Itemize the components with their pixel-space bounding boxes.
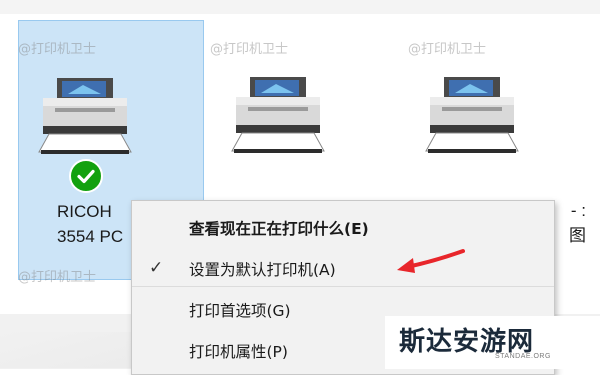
menu-item-label: 打印机属性(P)	[189, 343, 288, 361]
printer-icon	[231, 77, 325, 153]
menu-item-label: 打印首选项(G)	[189, 302, 291, 320]
checkmark-icon	[77, 169, 95, 184]
printer-icon	[38, 78, 132, 154]
printer-name-line1: RICOH	[57, 202, 112, 221]
red-arrow-annotation	[397, 249, 465, 273]
site-logo-domain: STANDAE.ORG	[495, 353, 551, 360]
menu-item-label: 设置为默认打印机(A)	[189, 261, 336, 279]
printer-icon	[425, 77, 519, 153]
check-icon: ✓	[149, 258, 164, 278]
partial-label-line2: 图	[569, 226, 586, 245]
partial-label-line1: - :	[570, 201, 586, 220]
menu-item-set-as-default[interactable]: ✓ 设置为默认打印机(A)	[132, 248, 554, 288]
menu-item-see-whats-printing[interactable]: 查看现在正在打印什么(E)	[132, 207, 554, 247]
menu-item-label: 查看现在正在打印什么(E)	[189, 220, 369, 238]
printer-name-line2: 3554 PC	[57, 227, 124, 246]
menu-separator	[132, 286, 554, 287]
default-printer-badge	[69, 159, 103, 193]
site-logo: 斯达安游网 STANDAE.ORG	[385, 316, 600, 369]
window-top-strip	[0, 0, 600, 14]
